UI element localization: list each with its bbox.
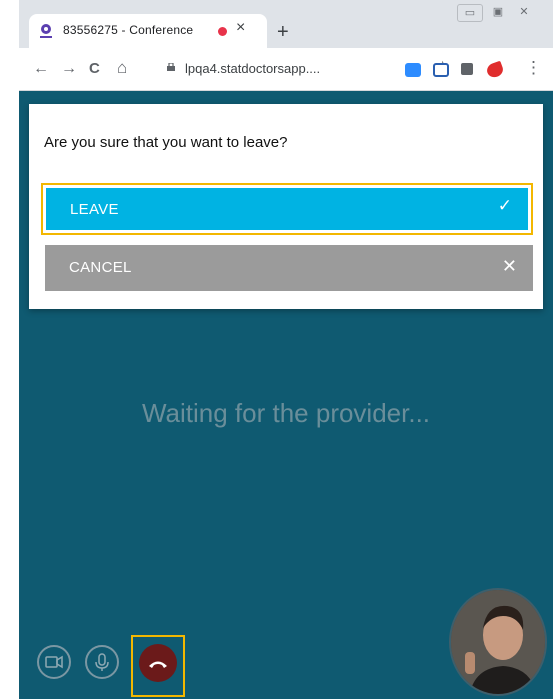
window-controls: ▭ ▣ ✕ <box>457 4 537 22</box>
new-tab-button[interactable]: + <box>277 22 289 42</box>
check-icon: ✓ <box>497 196 512 215</box>
cancel-button[interactable]: CANCEL ✕ <box>45 245 533 291</box>
self-view-video <box>449 588 547 696</box>
forward-icon[interactable]: → <box>61 60 77 78</box>
conference-favicon-icon <box>40 24 52 38</box>
back-icon[interactable]: ← <box>33 60 49 78</box>
tag-extension-icon[interactable] <box>485 60 505 80</box>
leave-button-focus-ring: LEAVE ✓ <box>41 183 533 235</box>
tab-title: 83556275 - Conference <box>63 23 194 37</box>
reload-icon[interactable]: C <box>89 60 100 77</box>
recording-indicator-icon <box>218 27 227 36</box>
leave-label: LEAVE <box>70 201 119 218</box>
user-avatar-icon <box>451 590 545 694</box>
waiting-message: Waiting for the provider... <box>141 398 431 428</box>
url-text: lpqa4.statdoctorsapp.... <box>185 61 321 76</box>
tab-strip: 83556275 - Conference × + ▭ ▣ ✕ <box>19 0 553 48</box>
tab-conference[interactable]: 83556275 - Conference × <box>29 14 267 48</box>
browser-window: 83556275 - Conference × + ▭ ▣ ✕ ← → C ⌂ … <box>19 0 553 699</box>
close-icon: ✕ <box>501 256 517 276</box>
tab-close-icon[interactable]: × <box>236 19 245 37</box>
cancel-label: CANCEL <box>69 259 132 276</box>
microphone-toggle-button[interactable] <box>85 645 119 679</box>
close-window-icon[interactable]: ✕ <box>511 4 537 22</box>
camera-icon <box>45 655 63 669</box>
zoom-extension-icon[interactable] <box>405 63 421 77</box>
leave-button[interactable]: LEAVE ✓ <box>46 188 528 230</box>
screen-share-extension-icon[interactable] <box>433 63 449 77</box>
lock-icon <box>167 63 175 71</box>
leave-confirmation-dialog: Are you sure that you want to leave? LEA… <box>29 104 543 309</box>
home-icon[interactable]: ⌂ <box>117 58 127 78</box>
toolbar: ← → C ⌂ lpqa4.statdoctorsapp.... ☆ ⋮ <box>19 48 553 91</box>
menu-icon[interactable]: ⋮ <box>525 58 542 78</box>
phone-hangup-icon <box>149 661 167 668</box>
hang-up-button[interactable] <box>139 644 177 682</box>
minimize-icon[interactable]: ▭ <box>457 4 483 22</box>
maximize-icon[interactable]: ▣ <box>485 4 511 22</box>
dialog-question: Are you sure that you want to leave? <box>44 134 288 151</box>
microphone-icon <box>95 653 109 671</box>
camera-toggle-button[interactable] <box>37 645 71 679</box>
extensions-puzzle-icon[interactable] <box>461 63 473 75</box>
